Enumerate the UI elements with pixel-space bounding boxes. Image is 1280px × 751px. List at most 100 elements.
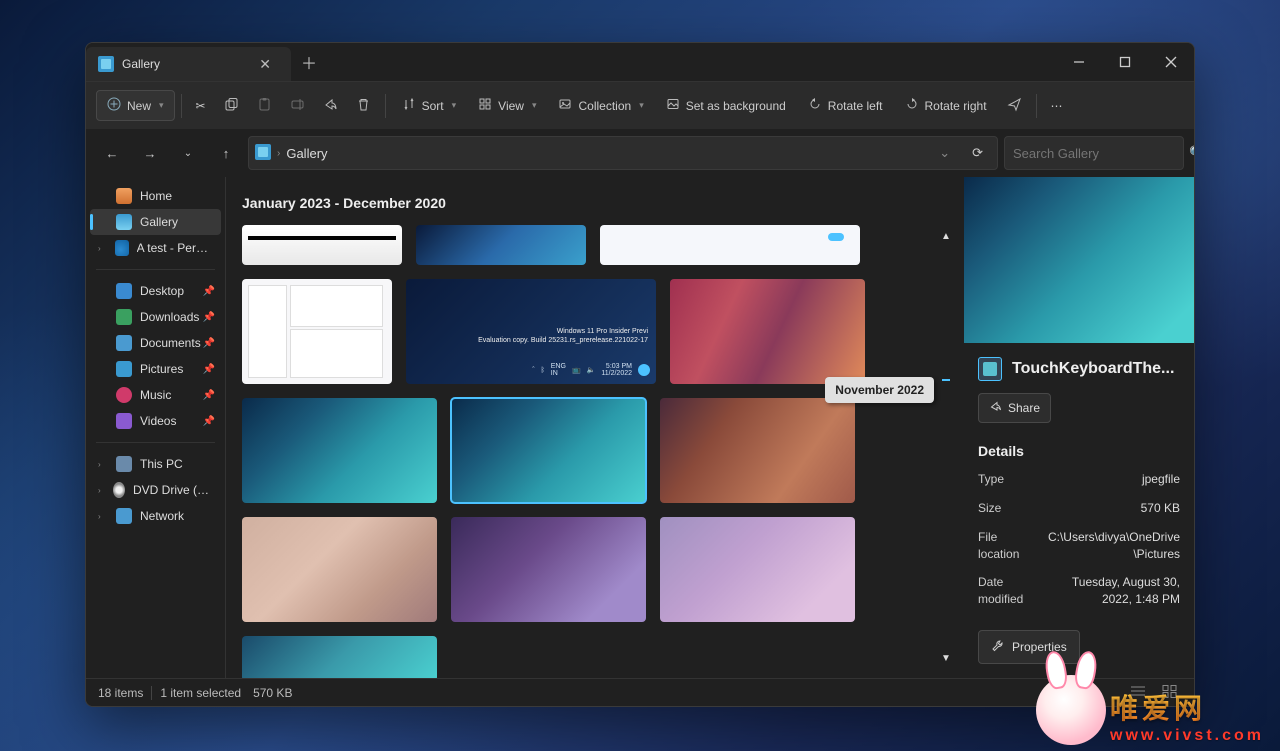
details-panel: TouchKeyboardThe... Share Details Type j…: [964, 177, 1194, 678]
timeline-slider[interactable]: ▲ ▼: [936, 227, 956, 668]
thumbnail[interactable]: [242, 398, 437, 503]
rotate-right-icon: [905, 97, 919, 114]
recent-button[interactable]: ⌄: [172, 137, 204, 169]
collection-icon: [558, 97, 572, 114]
maximize-button[interactable]: [1102, 56, 1148, 68]
more-button[interactable]: ⋯: [1043, 93, 1071, 119]
thumbnail[interactable]: [242, 225, 402, 265]
toolbar: New ▾ ✂ Sort ▾ View ▾ Collection ▾ Set a…: [86, 81, 1194, 129]
thumbnail[interactable]: [660, 517, 855, 622]
chevron-right-icon[interactable]: ›: [98, 460, 108, 469]
thumbnail[interactable]: [600, 225, 860, 265]
cast-icon: 📺: [572, 366, 581, 374]
search-icon: 🔍: [1189, 145, 1195, 161]
network-icon: [116, 508, 132, 524]
sort-button[interactable]: Sort ▾: [392, 91, 467, 120]
layout-thumbs-button[interactable]: [1158, 682, 1182, 703]
insider-line1: Windows 11 Pro Insider Previ: [478, 327, 648, 336]
sidebar-item-atest[interactable]: › A test - Personal: [90, 235, 221, 261]
pin-icon: 📌: [203, 364, 215, 375]
pc-icon: [116, 456, 132, 472]
sidebar-item-thispc[interactable]: › This PC: [90, 451, 221, 477]
picture-icon: [666, 97, 680, 114]
thumbnail[interactable]: [660, 398, 855, 503]
copy-button[interactable]: [216, 91, 247, 121]
forward-button[interactable]: →: [134, 137, 166, 169]
cut-button[interactable]: ✂: [188, 93, 214, 119]
pin-icon: 📌: [203, 286, 215, 297]
layout-details-button[interactable]: [1126, 682, 1150, 703]
share-icon: [323, 97, 338, 115]
rotate-right-label: Rotate right: [925, 99, 987, 113]
close-button[interactable]: [1148, 56, 1194, 68]
dvd-icon: [113, 482, 125, 498]
thumbnail[interactable]: [670, 279, 865, 384]
chevron-right-icon[interactable]: ›: [98, 244, 107, 253]
refresh-button[interactable]: ⟳: [964, 145, 991, 161]
detail-row-type: Type jpegfile: [978, 471, 1180, 488]
documents-icon: [116, 335, 132, 351]
delete-button[interactable]: [348, 91, 379, 121]
up-button[interactable]: ↑: [210, 137, 242, 169]
sidebar-item-documents[interactable]: Documents 📌: [90, 330, 221, 356]
details-filename: TouchKeyboardThe...: [1012, 360, 1174, 378]
search-input[interactable]: [1013, 146, 1189, 161]
address-bar[interactable]: › Gallery ⌄ ⟳: [248, 136, 998, 170]
address-dropdown-button[interactable]: ⌄: [931, 145, 958, 161]
thumbnail[interactable]: [242, 517, 437, 622]
sidebar-item-music[interactable]: Music 📌: [90, 382, 221, 408]
properties-button[interactable]: Properties: [978, 630, 1080, 664]
sidebar-item-label: Network: [140, 509, 184, 523]
thumbnail[interactable]: [242, 279, 392, 384]
gallery-icon: [116, 214, 132, 230]
sidebar-item-desktop[interactable]: Desktop 📌: [90, 278, 221, 304]
thumbnail[interactable]: [451, 517, 646, 622]
collection-button[interactable]: Collection ▾: [548, 91, 653, 120]
sidebar-item-gallery[interactable]: Gallery: [90, 209, 221, 235]
thumbnail[interactable]: [242, 636, 437, 678]
sidebar-item-label: Music: [140, 388, 171, 402]
chevron-right-icon[interactable]: ›: [98, 512, 108, 521]
set-background-button[interactable]: Set as background: [656, 91, 796, 120]
sidebar-item-label: Desktop: [140, 284, 184, 298]
sidebar-item-home[interactable]: Home: [90, 183, 221, 209]
share-button[interactable]: Share: [978, 393, 1051, 423]
sidebar-item-dvd[interactable]: › DVD Drive (D:) CCC: [90, 477, 221, 503]
sidebar-item-label: Home: [140, 189, 172, 203]
tab-close-button[interactable]: ✕: [251, 52, 279, 77]
view-icon: [478, 97, 492, 114]
triangle-down-icon[interactable]: ▼: [937, 649, 955, 668]
chevron-right-icon[interactable]: ›: [98, 486, 105, 495]
status-item-count: 18 items: [98, 686, 143, 700]
sidebar-item-downloads[interactable]: Downloads 📌: [90, 304, 221, 330]
home-icon: [116, 188, 132, 204]
chevron-down-icon: ▾: [639, 100, 644, 111]
wrench-icon: [991, 639, 1004, 655]
pin-icon: 📌: [203, 416, 215, 427]
thumbnail[interactable]: [416, 225, 586, 265]
breadcrumb-gallery[interactable]: Gallery: [286, 146, 327, 161]
search-box[interactable]: 🔍: [1004, 136, 1184, 170]
back-button[interactable]: ←: [96, 137, 128, 169]
send-button[interactable]: [999, 91, 1030, 121]
new-tab-button[interactable]: ＋: [291, 43, 327, 81]
rotate-right-button[interactable]: Rotate right: [895, 91, 997, 120]
share-button[interactable]: [315, 91, 346, 121]
pictures-icon: [116, 361, 132, 377]
paste-button[interactable]: [249, 91, 280, 121]
sidebar-item-pictures[interactable]: Pictures 📌: [90, 356, 221, 382]
tab-gallery[interactable]: Gallery ✕: [86, 47, 291, 81]
view-button[interactable]: View ▾: [468, 91, 546, 120]
thumbnail-selected[interactable]: [451, 398, 646, 503]
copy-icon: [224, 97, 239, 115]
sidebar-item-network[interactable]: › Network: [90, 503, 221, 529]
new-button[interactable]: New ▾: [96, 90, 175, 121]
rotate-left-button[interactable]: Rotate left: [798, 91, 893, 120]
rename-button[interactable]: [282, 91, 313, 121]
detail-row-size: Size 570 KB: [978, 500, 1180, 517]
minimize-button[interactable]: [1056, 56, 1102, 68]
triangle-up-icon[interactable]: ▲: [937, 227, 955, 246]
thumbnail[interactable]: Windows 11 Pro Insider Previ Evaluation …: [406, 279, 656, 384]
sidebar-item-videos[interactable]: Videos 📌: [90, 408, 221, 434]
properties-label: Properties: [1012, 640, 1067, 654]
